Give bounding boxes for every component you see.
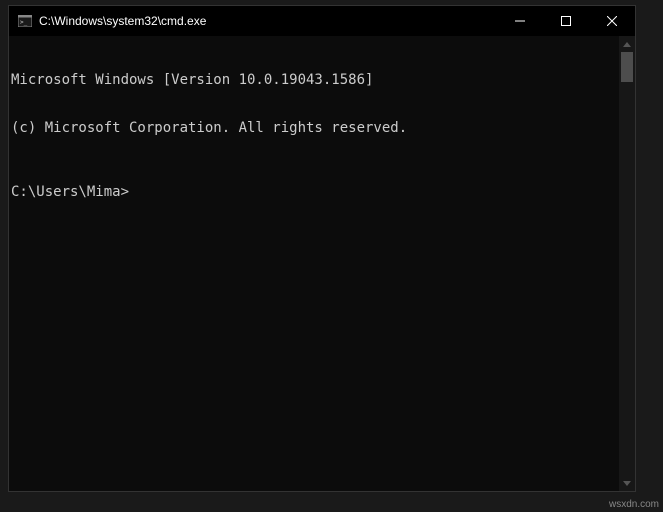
cmd-window: >_ C:\Windows\system32\cmd.exe Microsoft… [8, 5, 636, 492]
prompt-line: C:\Users\Mima> [11, 184, 617, 200]
prompt-text: C:\Users\Mima> [11, 184, 129, 200]
scroll-thumb[interactable] [621, 52, 633, 82]
copyright-line: (c) Microsoft Corporation. All rights re… [11, 120, 617, 136]
scroll-up-arrow-icon[interactable] [619, 36, 635, 52]
window-controls [497, 6, 635, 36]
titlebar[interactable]: >_ C:\Windows\system32\cmd.exe [9, 6, 635, 36]
watermark: wsxdn.com [609, 499, 659, 510]
minimize-button[interactable] [497, 6, 543, 36]
cmd-icon: >_ [17, 13, 33, 29]
scroll-down-arrow-icon[interactable] [619, 475, 635, 491]
version-line: Microsoft Windows [Version 10.0.19043.15… [11, 72, 617, 88]
cursor [129, 186, 137, 200]
svg-text:>_: >_ [20, 19, 28, 26]
terminal-output[interactable]: Microsoft Windows [Version 10.0.19043.15… [9, 36, 619, 491]
close-button[interactable] [589, 6, 635, 36]
window-title: C:\Windows\system32\cmd.exe [39, 14, 497, 28]
vertical-scrollbar[interactable] [619, 36, 635, 491]
maximize-button[interactable] [543, 6, 589, 36]
content-area: Microsoft Windows [Version 10.0.19043.15… [9, 36, 635, 491]
